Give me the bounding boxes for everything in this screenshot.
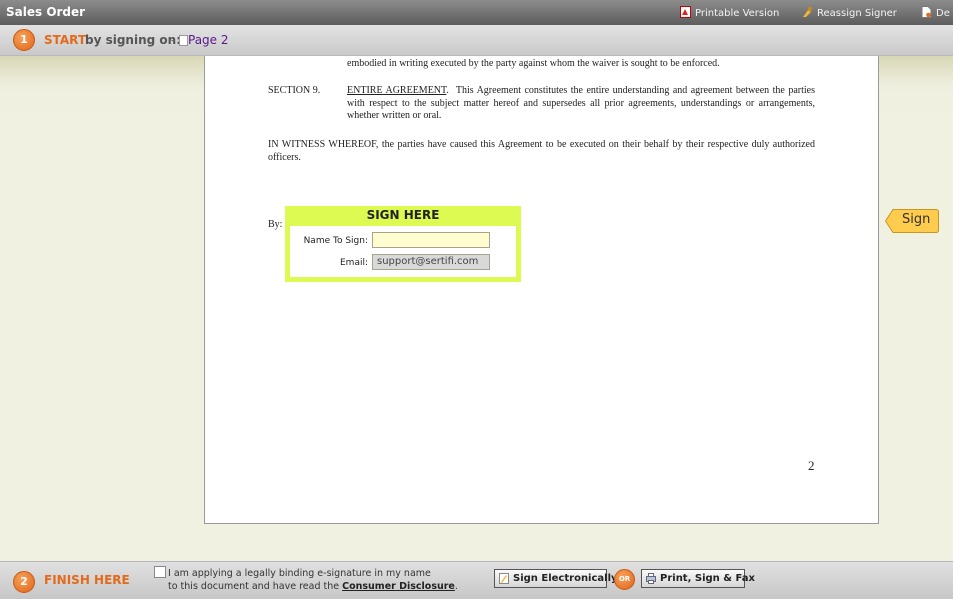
- reassign-signer-link[interactable]: Reassign Signer: [802, 6, 897, 19]
- document-label: De: [936, 8, 950, 19]
- sign-electronically-button[interactable]: Sign Electronically: [494, 569, 618, 588]
- sign-tab-button[interactable]: Sign: [885, 209, 939, 233]
- witness-paragraph: IN WITNESS WHEREOF, the parties have cau…: [268, 139, 815, 163]
- print-sign-fax-label: Print, Sign & Fax: [660, 573, 755, 584]
- document-icon: [921, 6, 932, 18]
- agree-checkbox[interactable]: [154, 566, 166, 578]
- consumer-disclosure-link[interactable]: Consumer Disclosure: [342, 581, 455, 592]
- by-label: By:: [268, 219, 283, 230]
- page-2-link[interactable]: Page 2: [188, 33, 229, 47]
- document-page: embodied in writing executed by the part…: [204, 56, 879, 524]
- finish-step-bar: 2 FINISH HERE I am applying a legally bi…: [0, 561, 953, 599]
- pdf-icon: [680, 6, 691, 18]
- printer-icon: [646, 573, 656, 584]
- step-two-badge: 2: [13, 571, 35, 593]
- finish-label: FINISH HERE: [44, 573, 130, 587]
- reassign-icon: [803, 6, 813, 17]
- sign-tab-label: Sign: [902, 212, 931, 227]
- waiver-text: embodied in writing executed by the part…: [347, 58, 720, 69]
- or-badge: OR: [614, 569, 635, 590]
- page-checkbox[interactable]: [179, 35, 188, 46]
- step-one-badge: 1: [13, 29, 35, 51]
- reassign-signer-label: Reassign Signer: [817, 8, 897, 19]
- name-to-sign-label: Name To Sign:: [303, 236, 368, 246]
- signing-on-label: by signing on:: [85, 33, 181, 47]
- agree-line-2-suffix: .: [454, 581, 458, 592]
- section-title: ENTIRE AGREEMENT: [347, 85, 447, 96]
- title-bar: Sales Order Printable Version Reassign S…: [0, 0, 953, 25]
- agree-line-2: to this document and have read the Consu…: [168, 580, 458, 593]
- sign-here-header: SIGN HERE: [366, 208, 440, 222]
- sign-electronically-label: Sign Electronically: [513, 573, 618, 584]
- document-viewer: embodied in writing executed by the part…: [0, 56, 953, 561]
- pen-icon: [499, 573, 509, 584]
- start-step-bar: 1 START by signing on: - Page 2: [0, 25, 953, 56]
- agree-text: I am applying a legally binding e-signat…: [168, 567, 458, 593]
- page-number: 2: [808, 458, 815, 473]
- printable-version-label: Printable Version: [695, 8, 780, 19]
- agree-line-1: I am applying a legally binding e-signat…: [168, 568, 431, 579]
- printable-version-link[interactable]: Printable Version: [680, 6, 779, 19]
- document-title: Sales Order: [6, 5, 86, 19]
- sign-here-fields: Name To Sign: Email: support@sertifi.com: [290, 226, 516, 277]
- page-separator: -: [171, 33, 176, 47]
- section-number: SECTION 9.: [268, 85, 321, 96]
- sign-here-box: SIGN HERE Name To Sign: Email: support@s…: [285, 206, 521, 282]
- email-field: support@sertifi.com: [372, 254, 490, 270]
- agree-line-2-text: to this document and have read the: [168, 581, 343, 592]
- email-label: Email:: [339, 258, 368, 268]
- document-link[interactable]: De: [921, 6, 950, 19]
- section-9-paragraph: ENTIRE AGREEMENT. This Agreement constit…: [347, 85, 816, 121]
- name-to-sign-input[interactable]: [372, 232, 490, 248]
- start-label: START: [44, 33, 87, 47]
- print-sign-fax-button[interactable]: Print, Sign & Fax: [641, 569, 755, 588]
